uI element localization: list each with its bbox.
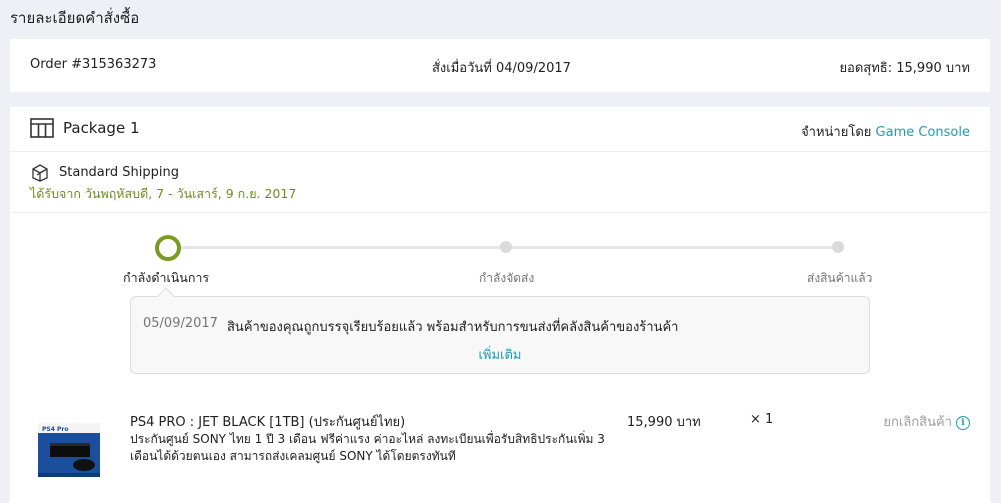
progress-track-1 xyxy=(168,246,506,249)
step-label-shipping: กำลังจัดส่ง xyxy=(479,271,535,285)
order-total: ยอดสุทธิ: 15,990 บาท xyxy=(839,61,970,76)
product-quantity: × 1 xyxy=(750,412,774,427)
delivery-estimate: ได้รับจาก วันพฤหัสบดี, 7 - วันเสาร์, 9 ก… xyxy=(30,186,297,201)
seller-link[interactable]: Game Console xyxy=(876,125,970,140)
step-label-processing: กำลังดำเนินการ xyxy=(123,270,210,285)
step-label-delivered: ส่งสินค้าแล้ว xyxy=(807,271,873,285)
step-delivered-marker xyxy=(832,241,844,253)
update-date: 05/09/2017 xyxy=(143,316,218,331)
package-icon xyxy=(30,118,54,138)
order-summary-card: Order #315363273 สั่งเมื่อวันที่ 04/09/2… xyxy=(10,39,990,92)
package-card: Package 1 จำหน่ายโดย Game Console Standa… xyxy=(10,107,990,503)
product-name[interactable]: PS4 PRO : JET BLACK [1TB] (ประกันศูนย์ไท… xyxy=(130,411,405,432)
shipping-section: Standard Shipping ได้รับจาก วันพฤหัสบดี,… xyxy=(10,152,990,213)
update-message: สินค้าของคุณถูกบรรจุเรียบร้อยแล้ว พร้อมส… xyxy=(227,320,679,335)
shipping-method: Standard Shipping xyxy=(59,165,179,180)
seller-prefix: จำหน่ายโดย xyxy=(801,125,872,140)
progress-track-2 xyxy=(506,246,838,249)
step-processing-marker xyxy=(155,235,181,261)
info-icon[interactable]: i xyxy=(956,416,970,430)
tracking-update-box: 05/09/2017 สินค้าของคุณถูกบรรจุเรียบร้อย… xyxy=(130,296,870,374)
order-number: Order #315363273 xyxy=(30,57,157,72)
seller-info: จำหน่ายโดย Game Console xyxy=(801,121,970,142)
shipping-box-icon xyxy=(32,164,48,182)
svg-text:PS4 Pro: PS4 Pro xyxy=(42,426,68,433)
step-shipping-marker xyxy=(500,241,512,253)
cancel-item-button[interactable]: ยกเลิกสินค้า i xyxy=(883,411,970,432)
package-title: Package 1 xyxy=(63,119,140,137)
page-title: รายละเอียดคำสั่งซื้อ xyxy=(10,9,140,27)
package-header: Package 1 จำหน่ายโดย Game Console xyxy=(10,107,990,152)
product-price: 15,990 บาท xyxy=(627,415,701,430)
order-date: สั่งเมื่อวันที่ 04/09/2017 xyxy=(432,61,571,76)
cancel-item-label: ยกเลิกสินค้า xyxy=(883,415,952,430)
product-description: ประกันศูนย์ SONY ไทย 1 ปี 3 เดือน ฟรีค่า… xyxy=(130,432,605,463)
ps4-pro-box-image[interactable]: PS4 Pro xyxy=(32,419,106,479)
view-more-link[interactable]: เพิ่มเติม xyxy=(478,348,521,363)
